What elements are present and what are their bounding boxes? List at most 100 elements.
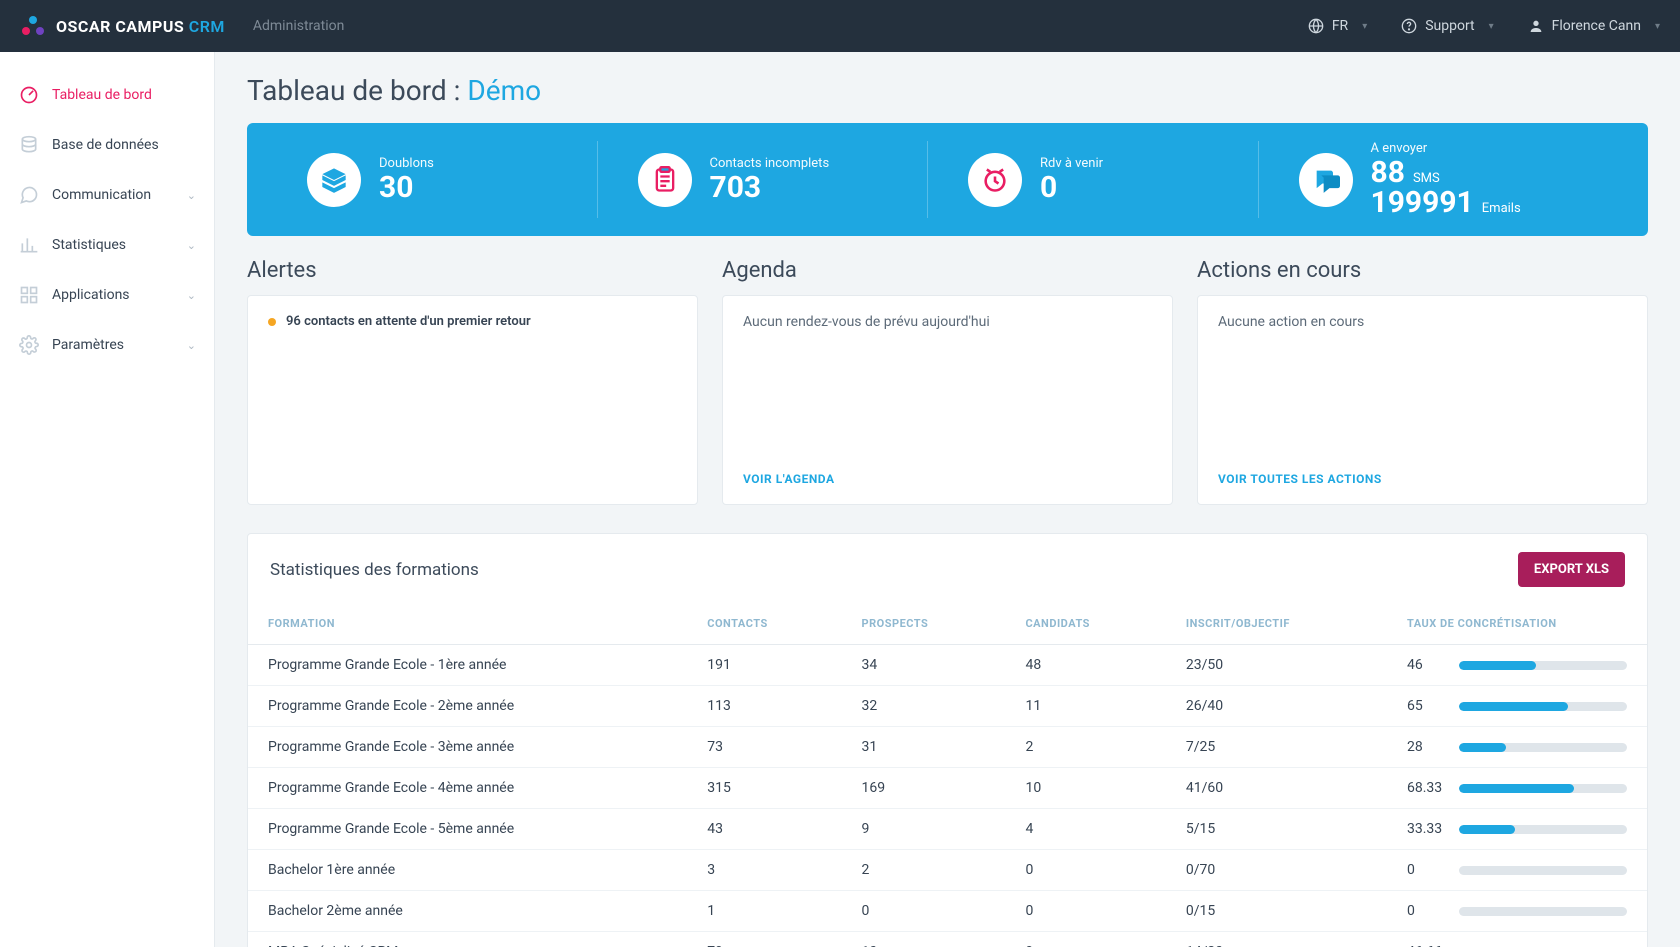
user-menu[interactable]: Florence Cann▾ xyxy=(1528,18,1660,34)
stat-value: 30 xyxy=(379,173,434,203)
sidebar-item-stats[interactable]: Statistiques ⌄ xyxy=(0,220,214,270)
taux-value: 68.33 xyxy=(1407,780,1449,796)
cell-taux: 0 xyxy=(1387,850,1647,891)
cell-io: 23/50 xyxy=(1166,645,1387,686)
stats-strip: Doublons30 Contacts incomplets703 Rdv à … xyxy=(247,123,1648,236)
clock-icon xyxy=(968,153,1022,207)
table-row[interactable]: Programme Grande Ecole - 2ème année 113 … xyxy=(248,686,1647,727)
logo-icon xyxy=(20,13,46,39)
cell-contacts: 315 xyxy=(687,768,841,809)
table-row[interactable]: Programme Grande Ecole - 1ère année 191 … xyxy=(248,645,1647,686)
help-icon xyxy=(1401,18,1417,34)
cell-prospects: 2 xyxy=(841,850,1005,891)
chevron-down-icon: ▾ xyxy=(1655,21,1660,32)
table-row[interactable]: Programme Grande Ecole - 3ème année 73 3… xyxy=(248,727,1647,768)
dashboard-icon xyxy=(18,84,40,106)
table-row[interactable]: Bachelor 2ème année 1 0 0 0/15 0 xyxy=(248,891,1647,932)
apps-icon xyxy=(18,284,40,306)
sidebar-item-dashboard[interactable]: Tableau de bord xyxy=(0,70,214,120)
table-row[interactable]: Programme Grande Ecole - 4ème année 315 … xyxy=(248,768,1647,809)
cell-io: 41/60 xyxy=(1166,768,1387,809)
cell-prospects: 34 xyxy=(841,645,1005,686)
cell-prospects: 0 xyxy=(841,891,1005,932)
cell-taux: 68.33 xyxy=(1387,768,1647,809)
cell-io: 26/40 xyxy=(1166,686,1387,727)
alert-item[interactable]: 96 contacts en attente d'un premier reto… xyxy=(268,314,677,329)
globe-icon xyxy=(1308,18,1324,34)
progress-bar xyxy=(1459,661,1627,670)
stat-unit: Emails xyxy=(1482,201,1521,216)
sidebar-item-label: Paramètres xyxy=(52,337,124,353)
progress-bar xyxy=(1459,866,1627,875)
cell-candidats: 10 xyxy=(1005,768,1165,809)
chevron-down-icon: ⌄ xyxy=(187,339,196,352)
actions-link[interactable]: VOIR TOUTES LES ACTIONS xyxy=(1218,472,1627,486)
sidebar-item-label: Tableau de bord xyxy=(52,87,152,103)
taux-value: 0 xyxy=(1407,903,1449,919)
cell-taux: 28 xyxy=(1387,727,1647,768)
stat-label: Rdv à venir xyxy=(1040,156,1103,171)
cell-io: 14/30 xyxy=(1166,932,1387,947)
gear-icon xyxy=(18,334,40,356)
agenda-link[interactable]: VOIR L'AGENDA xyxy=(743,472,1152,486)
stat-value: 88 xyxy=(1371,158,1405,188)
progress-bar xyxy=(1459,784,1627,793)
chevron-down-icon: ⌄ xyxy=(187,239,196,252)
actions-title: Actions en cours xyxy=(1197,258,1648,283)
layers-icon xyxy=(307,153,361,207)
language-selector[interactable]: FR▾ xyxy=(1308,18,1367,34)
sidebar-item-chat[interactable]: Communication ⌄ xyxy=(0,170,214,220)
chevron-down-icon: ⌄ xyxy=(187,189,196,202)
table-row[interactable]: Bachelor 1ère année 3 2 0 0/70 0 xyxy=(248,850,1647,891)
cell-prospects: 31 xyxy=(841,727,1005,768)
export-xls-button[interactable]: EXPORT XLS xyxy=(1518,552,1625,587)
admin-link[interactable]: Administration xyxy=(253,18,344,34)
stat-clock[interactable]: Rdv à venir0 xyxy=(927,141,1258,218)
col-1[interactable]: CONTACTS xyxy=(687,605,841,645)
cell-taux: 46.66 xyxy=(1387,932,1647,947)
stat-unit: SMS xyxy=(1413,171,1440,186)
page-title: Tableau de bord : Démo xyxy=(247,74,1648,107)
cell-contacts: 73 xyxy=(687,727,841,768)
cell-formation: MBA Spécialisé CRM xyxy=(248,932,687,947)
col-5[interactable]: TAUX DE CONCRÉTISATION xyxy=(1387,605,1647,645)
sidebar-item-gear[interactable]: Paramètres ⌄ xyxy=(0,320,214,370)
stat-label: A envoyer xyxy=(1371,141,1521,156)
agenda-empty: Aucun rendez-vous de prévu aujourd'hui xyxy=(743,314,1152,330)
col-3[interactable]: CANDIDATS xyxy=(1005,605,1165,645)
logo[interactable]: OSCAR CAMPUS CRM xyxy=(20,13,225,39)
sidebar-item-apps[interactable]: Applications ⌄ xyxy=(0,270,214,320)
stat-layers[interactable]: Doublons30 xyxy=(307,141,597,218)
sidebar-item-label: Applications xyxy=(52,287,130,303)
cell-taux: 46 xyxy=(1387,645,1647,686)
chevron-down-icon: ⌄ xyxy=(187,289,196,302)
clipboard-icon xyxy=(638,153,692,207)
progress-bar xyxy=(1459,907,1627,916)
cell-formation: Bachelor 2ème année xyxy=(248,891,687,932)
progress-bar xyxy=(1459,743,1627,752)
taux-value: 46 xyxy=(1407,657,1449,673)
cell-candidats: 48 xyxy=(1005,645,1165,686)
cell-formation: Programme Grande Ecole - 5ème année xyxy=(248,809,687,850)
stats-icon xyxy=(18,234,40,256)
table-row[interactable]: MBA Spécialisé CRM 79 10 9 14/30 46.66 xyxy=(248,932,1647,947)
taux-value: 33.33 xyxy=(1407,821,1449,837)
cell-taux: 65 xyxy=(1387,686,1647,727)
progress-bar xyxy=(1459,702,1627,711)
taux-value: 0 xyxy=(1407,862,1449,878)
cell-formation: Programme Grande Ecole - 1ère année xyxy=(248,645,687,686)
col-4[interactable]: INSCRIT/OBJECTIF xyxy=(1166,605,1387,645)
cell-prospects: 169 xyxy=(841,768,1005,809)
sidebar-item-database[interactable]: Base de données xyxy=(0,120,214,170)
stat-clipboard[interactable]: Contacts incomplets703 xyxy=(597,141,928,218)
col-2[interactable]: PROSPECTS xyxy=(841,605,1005,645)
cell-prospects: 10 xyxy=(841,932,1005,947)
stats-card: Statistiques des formations EXPORT XLS F… xyxy=(247,533,1648,947)
stat-chat[interactable]: A envoyer88SMS199991Emails xyxy=(1258,141,1589,218)
col-0[interactable]: FORMATION xyxy=(248,605,687,645)
stats-table: FORMATIONCONTACTSPROSPECTSCANDIDATSINSCR… xyxy=(248,605,1647,947)
chevron-down-icon: ▾ xyxy=(1362,21,1367,32)
support-menu[interactable]: Support▾ xyxy=(1401,18,1493,34)
table-row[interactable]: Programme Grande Ecole - 5ème année 43 9… xyxy=(248,809,1647,850)
alert-dot-icon xyxy=(268,318,276,326)
